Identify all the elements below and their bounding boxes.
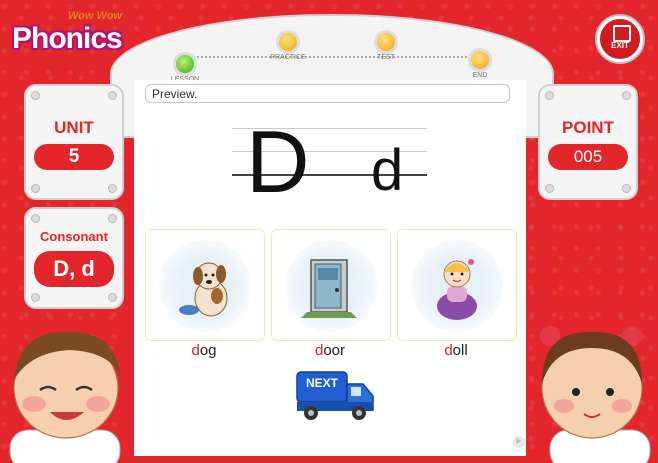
- screw-icon: [545, 91, 554, 100]
- point-panel: POINT 005: [538, 84, 638, 200]
- girl-character: [520, 318, 658, 463]
- step-end[interactable]: END: [445, 48, 515, 79]
- unit-panel: UNIT 5: [24, 84, 124, 200]
- word-first-letter: d: [444, 342, 453, 359]
- screw-icon: [545, 184, 554, 193]
- screw-icon: [31, 91, 40, 100]
- word-label-doll: doll: [397, 342, 515, 359]
- screw-icon: [31, 293, 40, 302]
- step-label: PRACTICE: [270, 54, 306, 61]
- word-rest: og: [199, 342, 217, 359]
- step-label: TEST: [377, 54, 395, 61]
- exit-icon: [613, 25, 631, 42]
- step-practice[interactable]: PRACTICE: [253, 30, 323, 61]
- doll-picture: [411, 240, 503, 332]
- app-frame: Wow Wow Phonics EXIT LESSON PRACTICE TES…: [0, 0, 658, 463]
- next-button[interactable]: NEXT: [295, 370, 377, 422]
- point-label: POINT: [562, 118, 614, 137]
- step-test[interactable]: TEST: [351, 30, 421, 61]
- step-dot-icon: [173, 52, 197, 76]
- word-rest: oll: [452, 342, 468, 359]
- screw-icon: [108, 214, 117, 223]
- preview-bar: Preview.: [145, 84, 510, 103]
- word-card-door[interactable]: [271, 229, 391, 341]
- lesson-progress: LESSON PRACTICE TEST END: [150, 30, 510, 83]
- word-card-dog[interactable]: [145, 229, 265, 341]
- screw-icon: [31, 214, 40, 223]
- screw-icon: [622, 184, 631, 193]
- word-label-dog: dog: [145, 342, 263, 359]
- category-panel: Consonant D, d: [24, 207, 124, 309]
- dog-picture: [159, 240, 251, 332]
- screw-icon: [108, 293, 117, 302]
- unit-value: 5: [34, 144, 114, 170]
- step-dot-icon: [374, 30, 398, 54]
- exit-button[interactable]: EXIT: [597, 16, 643, 62]
- logo-subtitle: Wow Wow: [68, 10, 122, 22]
- step-lesson[interactable]: LESSON: [150, 52, 220, 83]
- boy-character: [0, 318, 140, 463]
- lowercase-letter: d: [371, 138, 404, 203]
- word-label-door: door: [271, 342, 389, 359]
- uppercase-letter: D: [246, 112, 310, 211]
- exit-label: EXIT: [611, 41, 629, 50]
- screw-icon: [622, 91, 631, 100]
- category-label: Consonant: [40, 229, 108, 244]
- screw-icon: [108, 184, 117, 193]
- screw-icon: [31, 184, 40, 193]
- screw-icon: [108, 91, 117, 100]
- word-card-doll[interactable]: [397, 229, 517, 341]
- app-logo: Wow Wow Phonics: [10, 8, 130, 56]
- next-label: NEXT: [305, 376, 338, 390]
- word-rest: oor: [323, 342, 346, 359]
- point-value: 005: [548, 144, 628, 170]
- door-picture: [285, 240, 377, 332]
- step-label: END: [472, 72, 488, 79]
- category-value: D, d: [34, 251, 114, 287]
- step-dot-icon: [468, 48, 492, 72]
- unit-label: UNIT: [54, 118, 94, 137]
- logo-title: Phonics: [12, 22, 123, 55]
- word-first-letter: d: [191, 342, 200, 359]
- step-dot-icon: [276, 30, 300, 54]
